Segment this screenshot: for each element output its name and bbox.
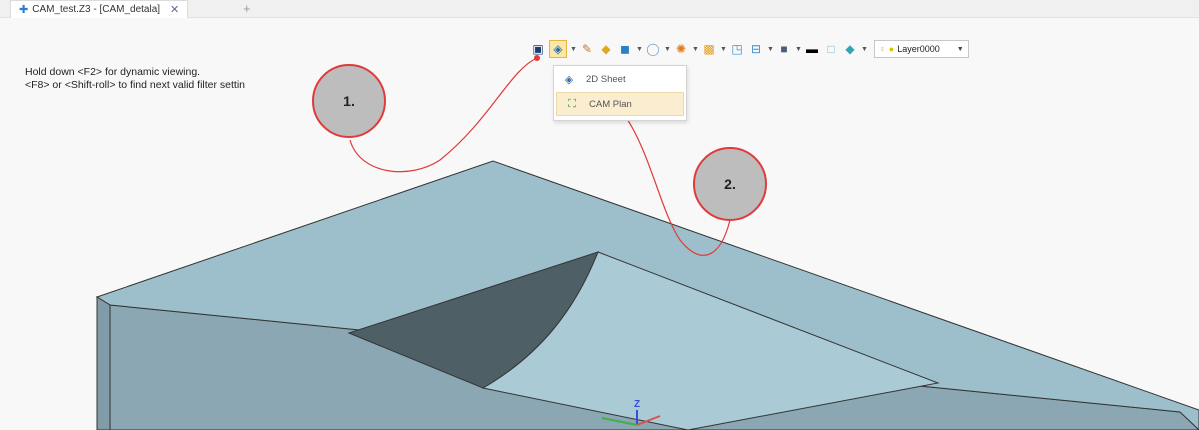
menu-item-label: CAM Plan bbox=[589, 98, 632, 110]
shade-icon[interactable]: ◆ bbox=[842, 41, 858, 57]
hint-line-2: <F8> or <Shift-roll> to find next valid … bbox=[25, 79, 246, 91]
chevron-down-icon[interactable]: ▼ bbox=[692, 46, 699, 53]
hint-line-1: Hold down <F2> for dynamic viewing. bbox=[25, 66, 201, 78]
part-left-edge bbox=[96, 296, 111, 430]
view-toolbar: ▣ ◈ ▼ ✎ ◆ ◼ ▼ ◯ ▼ ✺ ▼ ▩ ▼ ◳ ⊟ ▼ ■ ▼ ▬ □ … bbox=[530, 38, 969, 60]
chevron-down-icon[interactable]: ▼ bbox=[664, 46, 671, 53]
view-dropdown-menu: ◈ 2D Sheet ⛶ CAM Plan bbox=[553, 65, 687, 121]
fill-icon[interactable]: □ bbox=[823, 41, 839, 57]
line-icon[interactable]: ▬ bbox=[804, 41, 820, 57]
chevron-down-icon[interactable]: ▼ bbox=[720, 46, 727, 53]
section-icon[interactable]: ⊟ bbox=[748, 41, 764, 57]
sheet-view-icon[interactable]: ◈ bbox=[549, 40, 567, 58]
frame-icon[interactable]: ◳ bbox=[729, 41, 745, 57]
chevron-down-icon[interactable]: ▼ bbox=[767, 46, 774, 53]
chevron-down-icon[interactable]: ▼ bbox=[636, 46, 643, 53]
sphere-icon[interactable]: ◯ bbox=[645, 41, 661, 57]
layer-select[interactable]: ♀ ● Layer0000 ▼ bbox=[874, 40, 969, 58]
bulb-icon: ♀ bbox=[879, 44, 886, 54]
cam-plan-icon: ⛶ bbox=[568, 97, 576, 110]
texture-icon[interactable]: ▩ bbox=[701, 41, 717, 57]
menu-item-label: 2D Sheet bbox=[586, 73, 626, 85]
layer-name: Layer0000 bbox=[897, 44, 940, 54]
viewing-hint: Hold down <F2> for dynamic viewing. <F8>… bbox=[25, 66, 245, 92]
cube-icon[interactable]: ◼ bbox=[617, 41, 633, 57]
chevron-down-icon[interactable]: ▼ bbox=[795, 46, 802, 53]
menu-item-cam-plan[interactable]: ⛶ CAM Plan bbox=[556, 92, 684, 116]
color-icon[interactable]: ✺ bbox=[673, 41, 689, 57]
z-axis-label: Z bbox=[634, 399, 641, 410]
menu-item-2d-sheet[interactable]: ◈ 2D Sheet bbox=[554, 68, 686, 90]
sheet-icon: ◈ bbox=[564, 73, 574, 86]
pencil-icon[interactable]: ✎ bbox=[579, 41, 595, 57]
chevron-down-icon: ▼ bbox=[956, 45, 964, 53]
callout-1: 1. bbox=[312, 64, 386, 138]
chevron-down-icon[interactable]: ▼ bbox=[570, 46, 577, 53]
material-icon[interactable]: ■ bbox=[776, 41, 792, 57]
layer-dot-icon: ● bbox=[888, 44, 895, 54]
view-icon[interactable]: ▣ bbox=[530, 41, 546, 57]
solid-icon[interactable]: ◆ bbox=[598, 41, 614, 57]
chevron-down-icon[interactable]: ▼ bbox=[861, 46, 868, 53]
callout-2: 2. bbox=[693, 147, 767, 221]
